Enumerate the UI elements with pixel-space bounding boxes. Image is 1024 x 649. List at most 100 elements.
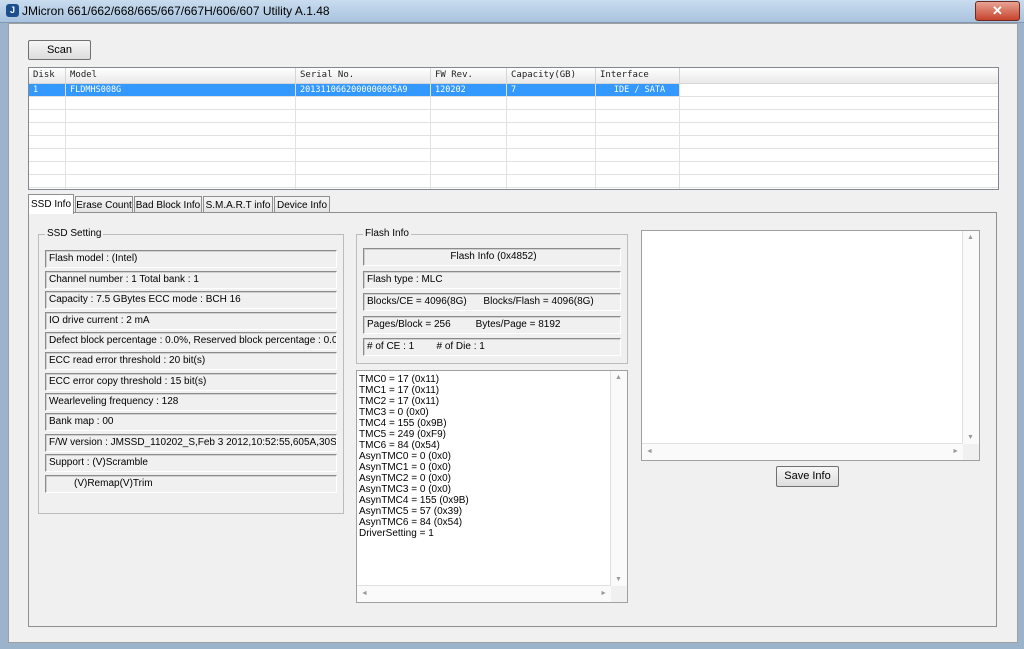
empty-cell xyxy=(596,149,680,161)
scroll-up-arrow[interactable]: ▲ xyxy=(615,374,622,381)
empty-cell xyxy=(29,123,66,135)
save-info-button[interactable]: Save Info xyxy=(776,466,839,487)
empty-cell xyxy=(296,175,431,187)
channel-number-field: Channel number : 1 Total bank : 1 xyxy=(45,271,337,289)
empty-cell xyxy=(431,136,507,148)
cell-model: FLDMHS008G xyxy=(66,84,296,96)
empty-cell xyxy=(507,175,596,187)
scroll-corner xyxy=(963,444,979,460)
blocks-per-ce-field: Blocks/CE = 4096(8G) Blocks/Flash = 4096… xyxy=(363,293,621,311)
empty-cell xyxy=(596,110,680,122)
empty-cell xyxy=(596,175,680,187)
empty-cell xyxy=(296,188,431,189)
flash-info-header: Flash Info (0x4852) xyxy=(363,248,621,266)
empty-table-row xyxy=(29,149,998,162)
scroll-down-arrow[interactable]: ▼ xyxy=(967,434,974,441)
tmc-log-line: AsynTMC2 = 0 (0x0) xyxy=(359,473,451,484)
empty-cell xyxy=(66,162,296,174)
tmc-log-line: AsynTMC5 = 57 (0x39) xyxy=(359,506,463,517)
empty-cell xyxy=(296,110,431,122)
empty-cell xyxy=(296,136,431,148)
empty-cell xyxy=(507,97,596,109)
empty-table-row xyxy=(29,175,998,188)
scroll-left-arrow[interactable]: ◄ xyxy=(646,448,653,455)
empty-cell xyxy=(596,123,680,135)
tab-device-info[interactable]: Device Info xyxy=(274,196,330,213)
scroll-up-arrow[interactable]: ▲ xyxy=(967,234,974,241)
column-capacity[interactable]: Capacity(GB) xyxy=(507,68,596,83)
ssd-setting-group: SSD Setting Flash model : (Intel) Channe… xyxy=(38,228,344,514)
cell-serial: 2013110662000000005A9 xyxy=(296,84,431,96)
ecc-read-threshold-field: ECC read error threshold : 20 bit(s) xyxy=(45,352,337,370)
empty-cell xyxy=(431,149,507,161)
column-fw-rev[interactable]: FW Rev. xyxy=(431,68,507,83)
tab-smart-info[interactable]: S.M.A.R.T info xyxy=(203,196,273,213)
app-icon: J xyxy=(6,4,19,17)
info-output-textarea[interactable]: ▲ ▼ ◄ ► xyxy=(641,230,980,461)
scroll-right-arrow[interactable]: ► xyxy=(952,448,959,455)
defect-block-field: Defect block percentage : 0.0%, Reserved… xyxy=(45,332,337,350)
ce-die-field: # of CE : 1 # of Die : 1 xyxy=(363,338,621,356)
close-button[interactable]: ✕ xyxy=(975,1,1020,21)
flash-info-legend: Flash Info xyxy=(363,228,411,240)
support-remap-field: (V)Remap(V)Trim xyxy=(45,475,337,493)
scroll-left-arrow[interactable]: ◄ xyxy=(361,590,368,597)
scroll-down-arrow[interactable]: ▼ xyxy=(615,576,622,583)
empty-table-row xyxy=(29,162,998,175)
column-interface[interactable]: Interface xyxy=(596,68,680,83)
empty-cell xyxy=(66,188,296,189)
tmc-log-line: TMC2 = 17 (0x11) xyxy=(359,396,440,407)
empty-cell xyxy=(596,188,680,189)
empty-cell xyxy=(66,149,296,161)
tmc-log-textarea[interactable]: TMC0 = 17 (0x11) TMC1 = 17 (0x11) TMC2 = 1… xyxy=(356,370,628,603)
scroll-right-arrow[interactable]: ► xyxy=(600,590,607,597)
empty-cell xyxy=(431,110,507,122)
empty-cell xyxy=(66,136,296,148)
scan-button[interactable]: Scan xyxy=(28,40,91,60)
flash-type-field: Flash type : MLC xyxy=(363,271,621,289)
empty-cell xyxy=(296,149,431,161)
tab-bad-block-info[interactable]: Bad Block Info xyxy=(134,196,202,213)
empty-cell xyxy=(296,97,431,109)
column-model[interactable]: Model xyxy=(66,68,296,83)
empty-cell xyxy=(431,162,507,174)
tab-ssd-info[interactable]: SSD Info xyxy=(28,194,74,214)
empty-table-row xyxy=(29,136,998,149)
disk-list-header: Disk Model Serial No. FW Rev. Capacity(G… xyxy=(29,68,998,84)
empty-cell xyxy=(29,162,66,174)
wearleveling-field: Wearleveling frequency : 128 xyxy=(45,393,337,411)
tmc-horizontal-scrollbar[interactable]: ◄ ► xyxy=(357,585,611,602)
empty-cell xyxy=(29,188,66,189)
empty-cell xyxy=(507,162,596,174)
empty-cell xyxy=(29,97,66,109)
empty-cell xyxy=(66,123,296,135)
info-horizontal-scrollbar[interactable]: ◄ ► xyxy=(642,443,963,460)
empty-cell xyxy=(296,162,431,174)
info-vertical-scrollbar[interactable]: ▲ ▼ xyxy=(962,231,979,444)
column-disk[interactable]: Disk xyxy=(29,68,66,83)
tmc-log-line: TMC1 = 17 (0x11) xyxy=(359,385,440,396)
disk-list[interactable]: Disk Model Serial No. FW Rev. Capacity(G… xyxy=(28,67,999,190)
tab-erase-count[interactable]: Erase Count xyxy=(75,196,133,213)
empty-cell xyxy=(431,175,507,187)
empty-cell xyxy=(29,175,66,187)
cell-disk: 1 xyxy=(29,84,66,96)
column-serial[interactable]: Serial No. xyxy=(296,68,431,83)
empty-cell xyxy=(507,136,596,148)
tmc-vertical-scrollbar[interactable]: ▲ ▼ xyxy=(610,371,627,586)
table-row[interactable]: 1 FLDMHS008G 2013110662000000005A9 12020… xyxy=(29,84,998,97)
ssd-setting-legend: SSD Setting xyxy=(45,228,104,240)
tmc-log-line: DriverSetting = 1 xyxy=(359,528,434,539)
empty-cell xyxy=(66,97,296,109)
ecc-copy-threshold-field: ECC error copy threshold : 15 bit(s) xyxy=(45,373,337,391)
cell-interface: IDE / SATA xyxy=(596,84,680,96)
tmc-log-line: AsynTMC4 = 155 (0x9B) xyxy=(359,495,469,506)
tmc-log-line: TMC3 = 0 (0x0) xyxy=(359,407,429,418)
empty-cell xyxy=(29,136,66,148)
empty-cell xyxy=(296,123,431,135)
window-title: JMicron 661/662/668/665/667/667H/606/607… xyxy=(22,4,330,18)
empty-table-row xyxy=(29,97,998,110)
empty-cell xyxy=(431,123,507,135)
empty-cell xyxy=(596,97,680,109)
capacity-field: Capacity : 7.5 GBytes ECC mode : BCH 16 xyxy=(45,291,337,309)
